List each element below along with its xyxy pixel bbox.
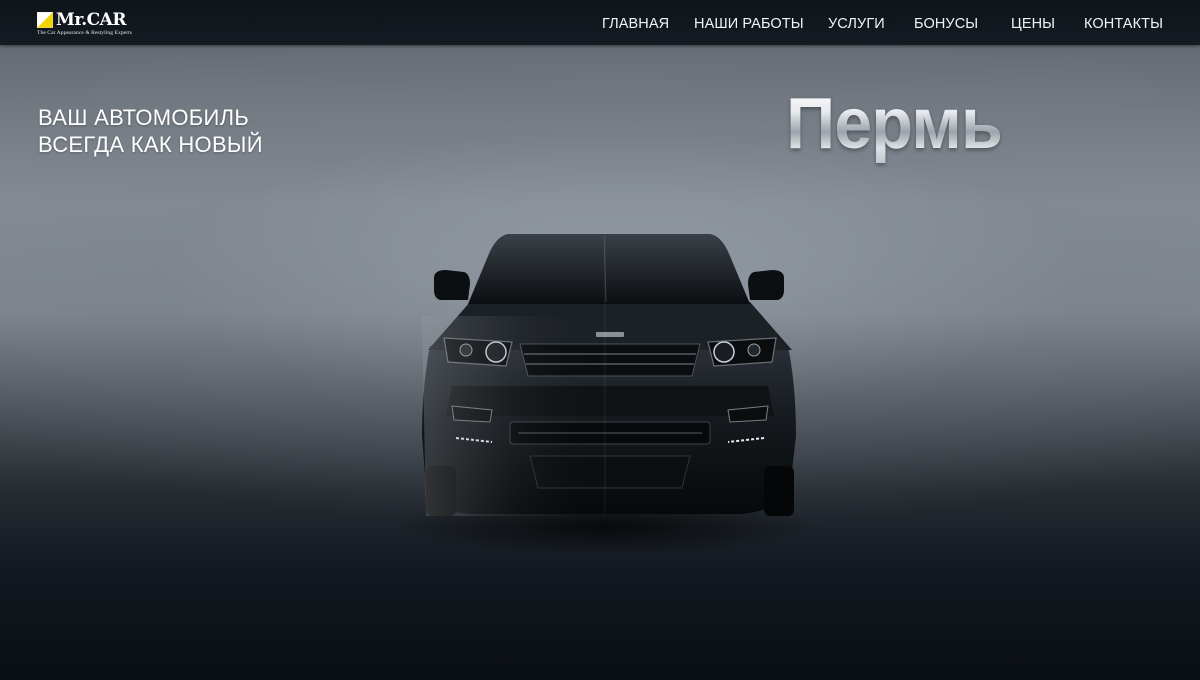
hero-slogan-line-2: ВСЕГДА КАК НОВЫЙ xyxy=(38,132,263,157)
brand-tagline: The Car Appearance & Restyling Experts xyxy=(37,30,132,36)
top-navigation-bar: Mr.CAR The Car Appearance & Restyling Ex… xyxy=(0,0,1200,45)
hero-slogan: ВАШ АВТОМОБИЛЬ ВСЕГДА КАК НОВЫЙ xyxy=(38,104,263,158)
brand-name: Mr.CAR xyxy=(56,10,126,30)
nav-item-services[interactable]: УСЛУГИ xyxy=(828,16,885,32)
landing-page: Mr.CAR The Car Appearance & Restyling Ex… xyxy=(0,0,1200,680)
brand-logo[interactable]: Mr.CAR The Car Appearance & Restyling Ex… xyxy=(37,10,137,38)
nav-item-home[interactable]: ГЛАВНАЯ xyxy=(602,16,669,32)
black-suv-front-view-image xyxy=(400,234,815,556)
nav-item-our-works[interactable]: НАШИ РАБОТЫ xyxy=(694,16,804,32)
hero-slogan-line-1: ВАШ АВТОМОБИЛЬ xyxy=(38,105,250,130)
city-title: Пермь xyxy=(786,84,1003,164)
yellow-triangle-logo-icon xyxy=(37,12,53,28)
nav-item-bonuses[interactable]: БОНУСЫ xyxy=(914,16,978,32)
nav-item-prices[interactable]: ЦЕНЫ xyxy=(1011,16,1055,32)
nav-item-contacts[interactable]: КОНТАКТЫ xyxy=(1084,16,1163,32)
